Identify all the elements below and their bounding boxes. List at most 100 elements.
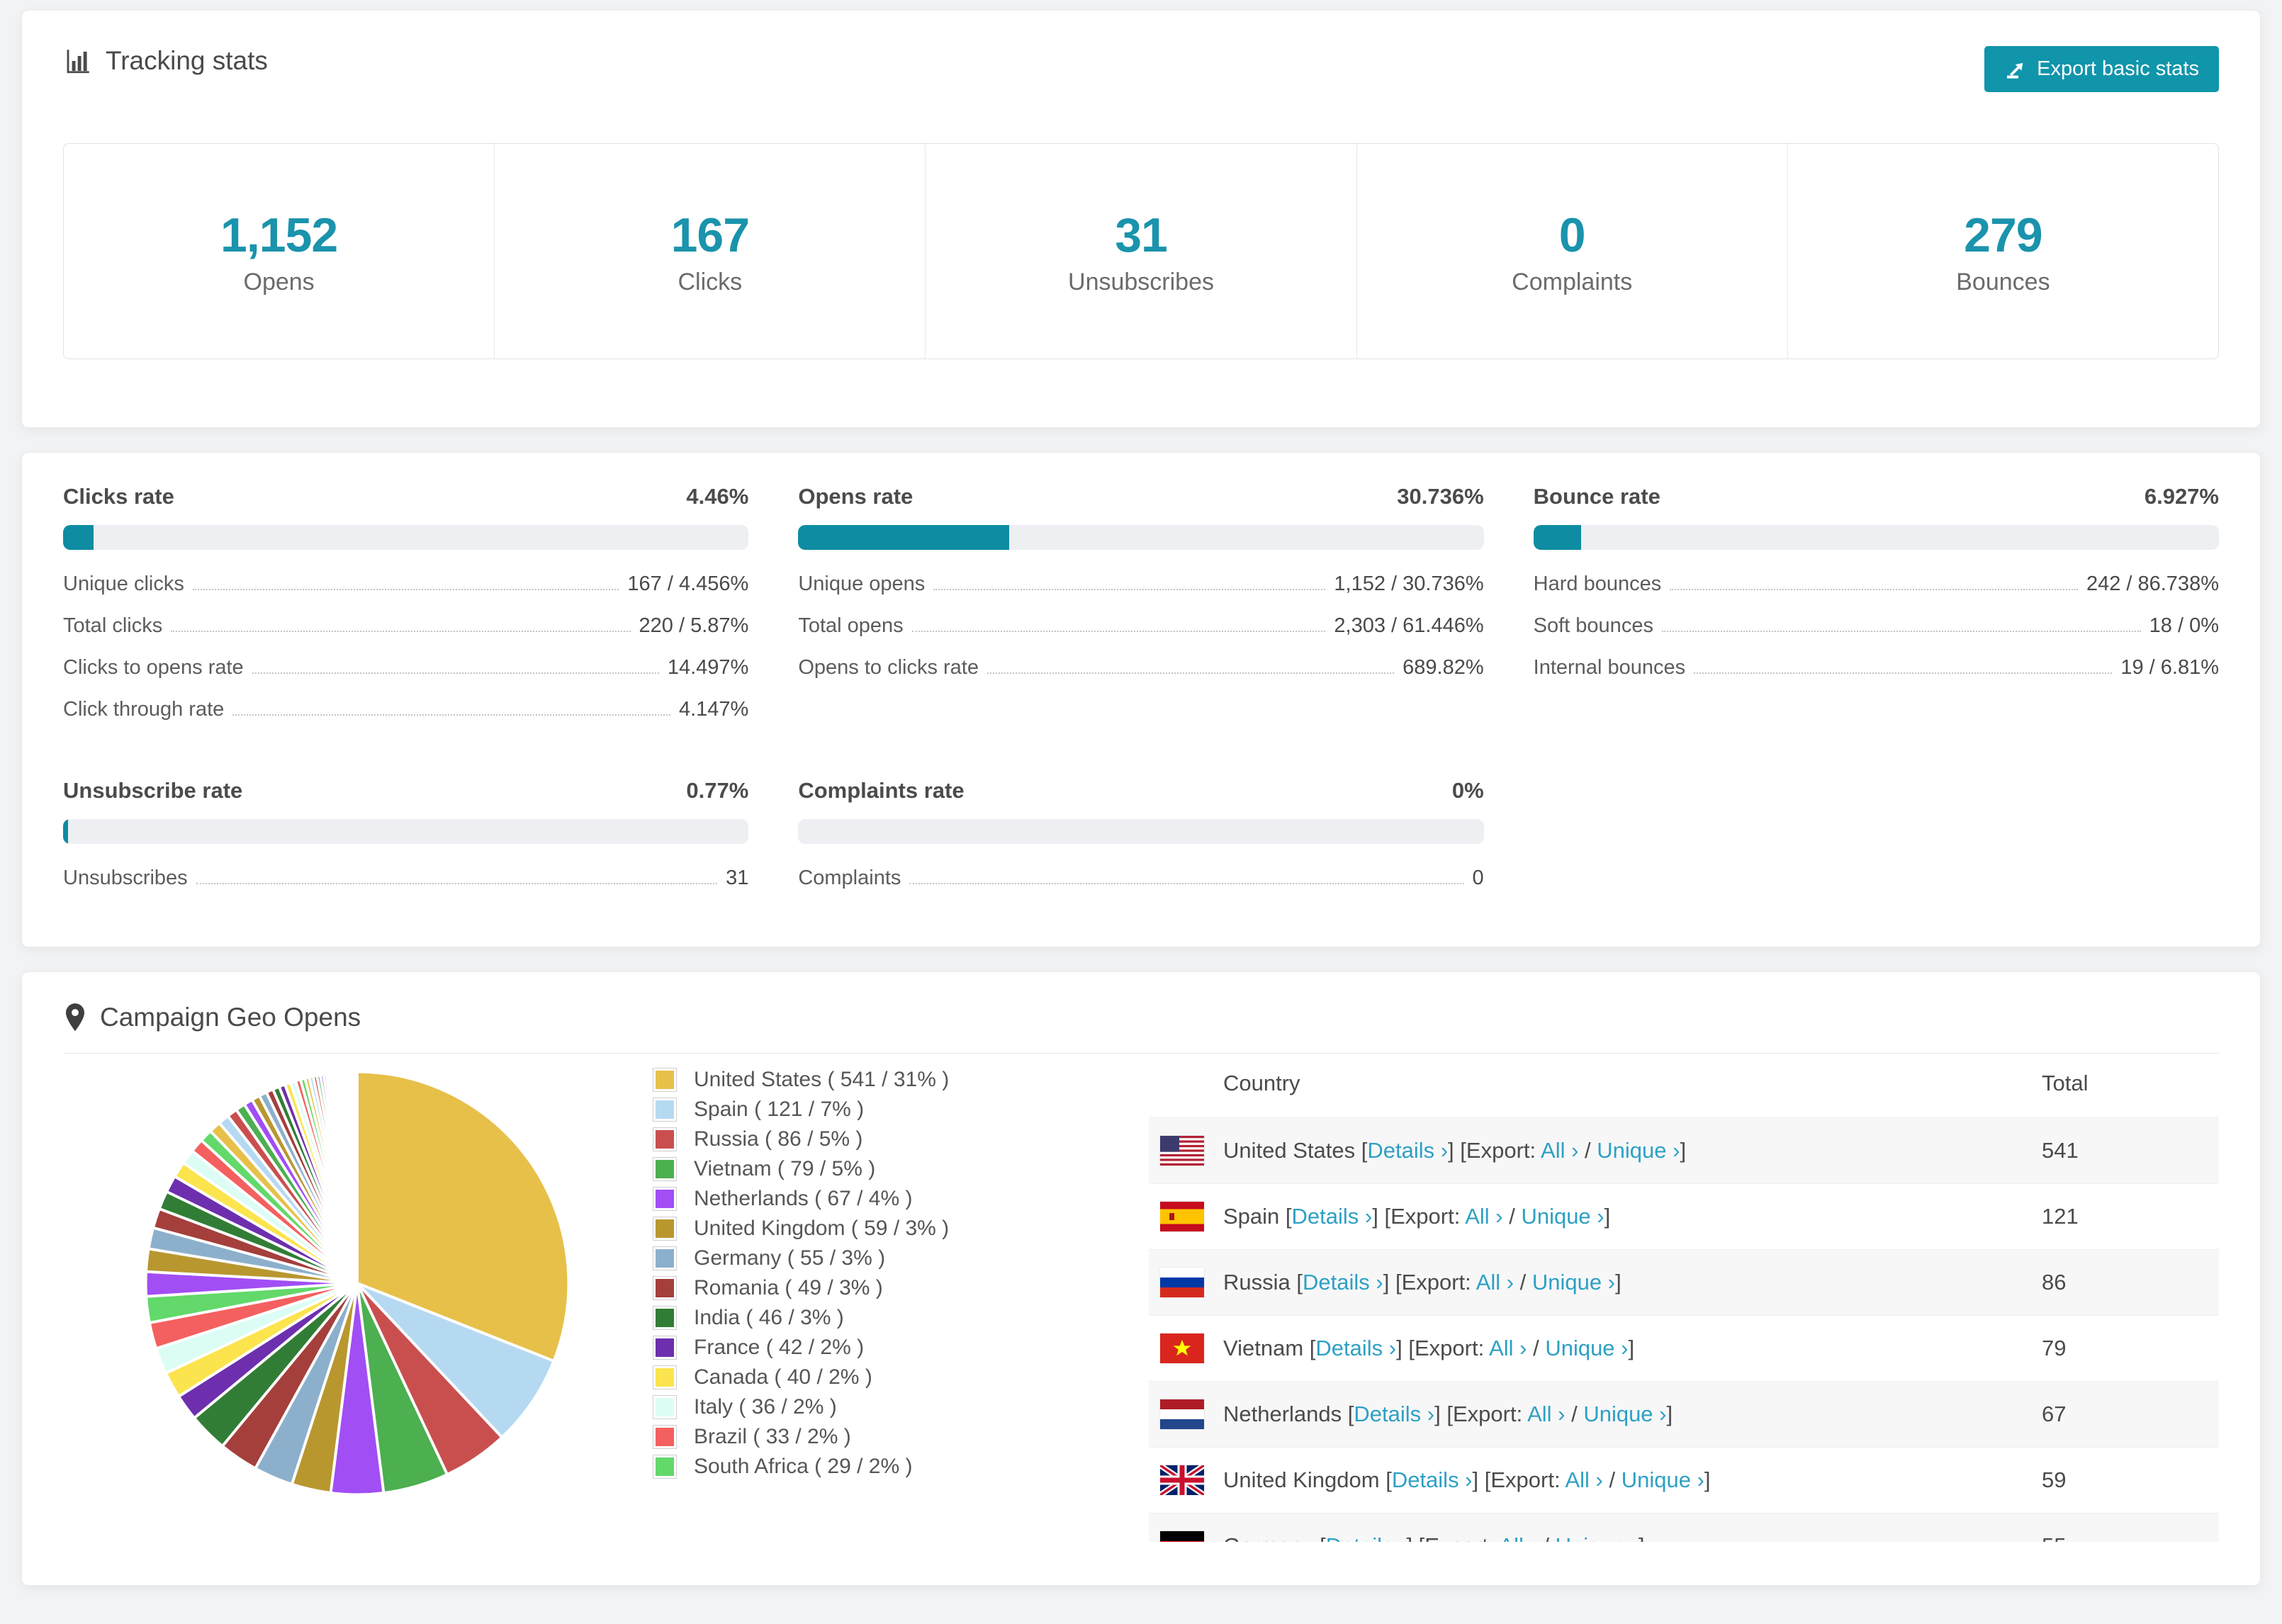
export-unique-link[interactable]: Unique ›	[1532, 1270, 1615, 1295]
page-title-text: Tracking stats	[106, 46, 268, 75]
geo-table-header-row: Country Total	[1149, 1056, 2219, 1118]
rates-card: Clicks rate 4.46% Unique clicks 167 / 4.456…	[21, 452, 2261, 947]
dotted-leader	[252, 672, 659, 674]
export-all-link[interactable]: All ›	[1489, 1336, 1527, 1360]
country-name: Netherlands	[1223, 1402, 1348, 1426]
details-link[interactable]: Details ›	[1367, 1138, 1448, 1163]
export-all-link[interactable]: All ›	[1541, 1138, 1578, 1163]
rate-detail-row: Total opens 2,303 / 61.446%	[798, 614, 1483, 638]
stat-value: 279	[1964, 208, 2042, 262]
bracket: ]	[1396, 1336, 1409, 1360]
rate-block-unsubscribe-rate: Unsubscribe rate 0.77% Unsubscribes 31	[63, 778, 749, 890]
rate-progress-fill	[798, 525, 1009, 550]
ru-flag-icon	[1160, 1268, 1204, 1297]
geo-body: United States ( 541 / 31% ) Spain ( 121 /…	[63, 1054, 2219, 1542]
stat-label: Bounces	[1956, 269, 2050, 295]
export-unique-link[interactable]: Unique ›	[1583, 1402, 1666, 1426]
details-link[interactable]: Details ›	[1315, 1336, 1396, 1360]
detail-value: 0	[1472, 867, 1484, 889]
stat-value: 167	[670, 208, 750, 262]
export-label: Export:	[1452, 1402, 1528, 1426]
export-all-link[interactable]: All ›	[1565, 1467, 1602, 1492]
legend-swatch	[653, 1187, 677, 1211]
flag-column-header	[1149, 1056, 1223, 1118]
legend-swatch	[653, 1395, 677, 1419]
export-unique-link[interactable]: Unique ›	[1597, 1138, 1680, 1163]
detail-label: Unique opens	[798, 573, 926, 595]
country-cell: United Kingdom [Details ›] [Export: All …	[1223, 1448, 2042, 1513]
geo-table: Country Total United States [Details ›] …	[1149, 1054, 2219, 1542]
nl-flag-icon	[1160, 1399, 1204, 1429]
stat-label: Opens	[243, 269, 315, 295]
legend-swatch	[653, 1246, 677, 1270]
export-unique-link[interactable]: Unique ›	[1521, 1204, 1604, 1229]
legend-label: Spain ( 121 / 7% )	[694, 1098, 865, 1121]
details-link[interactable]: Details ›	[1303, 1270, 1383, 1295]
detail-value: 2,303 / 61.446%	[1334, 614, 1484, 637]
summary-stat-clicks: 167 Clicks	[494, 144, 925, 359]
de-flag-icon	[1160, 1531, 1204, 1542]
export-unique-link[interactable]: Unique ›	[1621, 1467, 1704, 1492]
es-flag-icon	[1160, 1202, 1204, 1231]
details-link[interactable]: Details ›	[1354, 1402, 1434, 1426]
rates-grid: Clicks rate 4.46% Unique clicks 167 / 4.456…	[63, 484, 2219, 890]
tracking-stats-header: Tracking stats Export basic stats	[63, 46, 2219, 92]
slash: /	[1527, 1336, 1546, 1360]
dotted-leader	[1694, 672, 2113, 674]
legend-item: Brazil ( 33 / 2% )	[653, 1425, 1149, 1449]
dotted-leader	[1661, 631, 2141, 632]
bracket: [	[1285, 1204, 1292, 1229]
legend-label: Italy ( 36 / 2% )	[694, 1395, 837, 1419]
slash: /	[1578, 1138, 1597, 1163]
slash: /	[1514, 1270, 1532, 1295]
summary-stats: 1,152 Opens 167 Clicks 31 Unsubscribes 0 Compla…	[63, 143, 2219, 359]
legend-item: Vietnam ( 79 / 5% )	[653, 1157, 1149, 1181]
export-all-link[interactable]: All ›	[1476, 1270, 1514, 1295]
export-label: Export:	[1390, 1204, 1466, 1229]
export-basic-stats-button[interactable]: Export basic stats	[1984, 46, 2219, 92]
legend-swatch	[653, 1425, 677, 1449]
rate-detail-row: Unique clicks 167 / 4.456%	[63, 573, 748, 596]
summary-stat-bounces: 279 Bounces	[1787, 144, 2218, 359]
country-cell: Germany [Details ›] [Export: All › / Uni…	[1223, 1513, 2042, 1542]
legend-label: Germany ( 55 / 3% )	[694, 1246, 886, 1270]
dotted-leader	[171, 631, 631, 632]
rate-block-complaints-rate: Complaints rate 0% Complaints 0	[798, 778, 1484, 890]
tracking-stats-page: Tracking stats Export basic stats 1,152 O…	[0, 0, 2282, 1596]
dotted-leader	[987, 672, 1395, 674]
export-all-link[interactable]: All ›	[1527, 1402, 1565, 1426]
bracket: ]	[1604, 1204, 1611, 1229]
legend-item: United Kingdom ( 59 / 3% )	[653, 1217, 1149, 1241]
country-name: United Kingdom	[1223, 1467, 1386, 1492]
export-all-link[interactable]: All ›	[1465, 1204, 1502, 1229]
slash: /	[1502, 1204, 1522, 1229]
detail-value: 1,152 / 30.736%	[1334, 573, 1484, 595]
pie-slice[interactable]	[355, 1070, 359, 1285]
rate-progress-bar	[63, 525, 749, 550]
export-unique-link[interactable]: Unique ›	[1556, 1533, 1639, 1542]
bracket: ]	[1615, 1270, 1621, 1295]
legend-swatch	[653, 1306, 677, 1330]
geo-table-row: United Kingdom [Details ›] [Export: All …	[1149, 1447, 2219, 1513]
bracket: [	[1419, 1533, 1425, 1542]
details-link[interactable]: Details ›	[1392, 1467, 1473, 1492]
export-unique-link[interactable]: Unique ›	[1545, 1336, 1628, 1360]
legend-label: Brazil ( 33 / 2% )	[694, 1425, 851, 1448]
geo-pie-chart[interactable]	[63, 1054, 653, 1506]
rate-title: Complaints rate	[798, 778, 965, 803]
export-icon	[2007, 62, 2023, 79]
dotted-leader	[911, 631, 1326, 632]
slash: /	[1565, 1402, 1584, 1426]
country-name: Vietnam	[1223, 1336, 1310, 1360]
export-label: Export:	[1490, 1467, 1566, 1492]
legend-item: Russia ( 86 / 5% )	[653, 1127, 1149, 1151]
details-link[interactable]: Details ›	[1326, 1533, 1407, 1542]
detail-label: Opens to clicks rate	[798, 656, 979, 679]
legend-label: Russia ( 86 / 5% )	[694, 1127, 863, 1151]
export-all-link[interactable]: All ›	[1499, 1533, 1536, 1542]
legend-label: Vietnam ( 79 / 5% )	[694, 1157, 876, 1180]
detail-label: Total clicks	[63, 614, 163, 637]
details-link[interactable]: Details ›	[1292, 1204, 1373, 1229]
country-cell: Netherlands [Details ›] [Export: All › /…	[1223, 1382, 2042, 1448]
detail-label: Total opens	[798, 614, 904, 637]
